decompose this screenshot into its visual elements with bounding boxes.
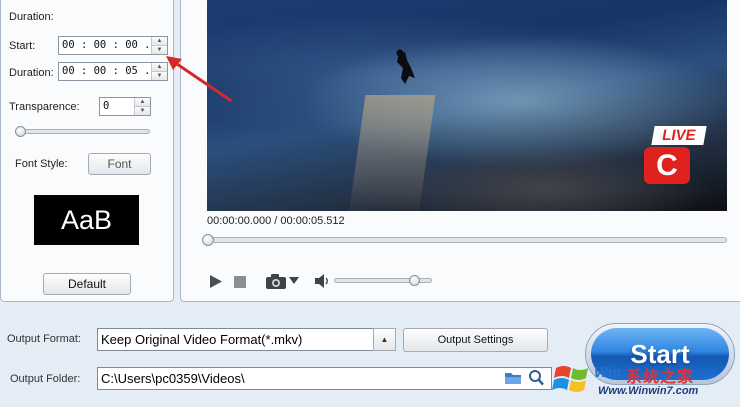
start-up-arrow-icon[interactable]: ▲ — [152, 37, 167, 45]
camera-icon[interactable] — [265, 273, 287, 290]
time-total: / 00:00:05.512 — [274, 215, 345, 227]
volume-icon[interactable] — [314, 274, 330, 288]
transparence-slider-thumb[interactable] — [15, 126, 26, 137]
live-badge: LIVE — [651, 126, 707, 145]
font-style-label: Font Style: — [15, 158, 68, 170]
search-folder-icon[interactable] — [528, 369, 544, 386]
annotation-arrow — [166, 56, 232, 102]
transparence-stepper[interactable]: 0 ▲ ▼ — [99, 97, 151, 116]
duration-time-stepper[interactable]: 00 : 00 : 05 . 512 ▲ ▼ — [58, 62, 168, 81]
font-preview: AaB — [34, 195, 139, 245]
time-readout: 00:00:00.000 / 00:00:05.512 — [207, 215, 345, 227]
transparence-slider-track[interactable] — [16, 129, 150, 134]
start-time-stepper[interactable]: 00 : 00 : 00 . 000 ▲ ▼ — [58, 36, 168, 55]
diver-figure — [396, 49, 415, 84]
duration-heading: Duration: — [9, 11, 54, 23]
output-settings-button[interactable]: Output Settings — [403, 328, 548, 352]
start-label: Start: — [9, 40, 36, 52]
output-folder-input[interactable]: C:\Users\pc0359\Videos\ — [97, 367, 552, 390]
start-time-value[interactable]: 00 : 00 : 00 . 000 — [59, 37, 151, 54]
transparence-value[interactable]: 0 — [100, 98, 134, 115]
stop-icon[interactable] — [234, 276, 246, 288]
light-beam — [348, 95, 436, 211]
watermark-brand-cn: 系统之家 — [626, 369, 695, 386]
windows-logo-icon — [552, 366, 588, 392]
duration-label: Duration: — [9, 67, 54, 79]
channel-logo: C — [644, 147, 690, 184]
play-icon[interactable] — [209, 274, 223, 289]
duration-time-value[interactable]: 00 : 00 : 05 . 512 — [59, 63, 151, 80]
output-format-label: Output Format: — [7, 333, 81, 345]
default-button[interactable]: Default — [43, 273, 131, 295]
seek-bar-thumb[interactable] — [202, 234, 214, 246]
camera-dropdown-arrow-icon[interactable] — [289, 277, 299, 285]
watermark-site: Www.Winwin7.com — [598, 385, 699, 397]
font-button[interactable]: Font — [88, 153, 151, 175]
format-dropdown-arrow-icon[interactable]: ▲ — [373, 328, 396, 351]
time-current: 00:00:00.000 — [207, 215, 272, 227]
watermark-brand-latin: Win — [594, 364, 622, 381]
seek-bar-track[interactable] — [206, 237, 727, 243]
output-folder-label: Output Folder: — [10, 373, 81, 385]
transparence-label: Transparence: — [9, 101, 80, 113]
transparence-down-arrow-icon[interactable]: ▼ — [135, 106, 150, 115]
output-format-select[interactable]: Keep Original Video Format(*.mkv) — [97, 328, 374, 351]
video-preview: LIVE C — [207, 0, 727, 211]
folder-icon[interactable] — [504, 371, 522, 385]
transparence-up-arrow-icon[interactable]: ▲ — [135, 98, 150, 106]
